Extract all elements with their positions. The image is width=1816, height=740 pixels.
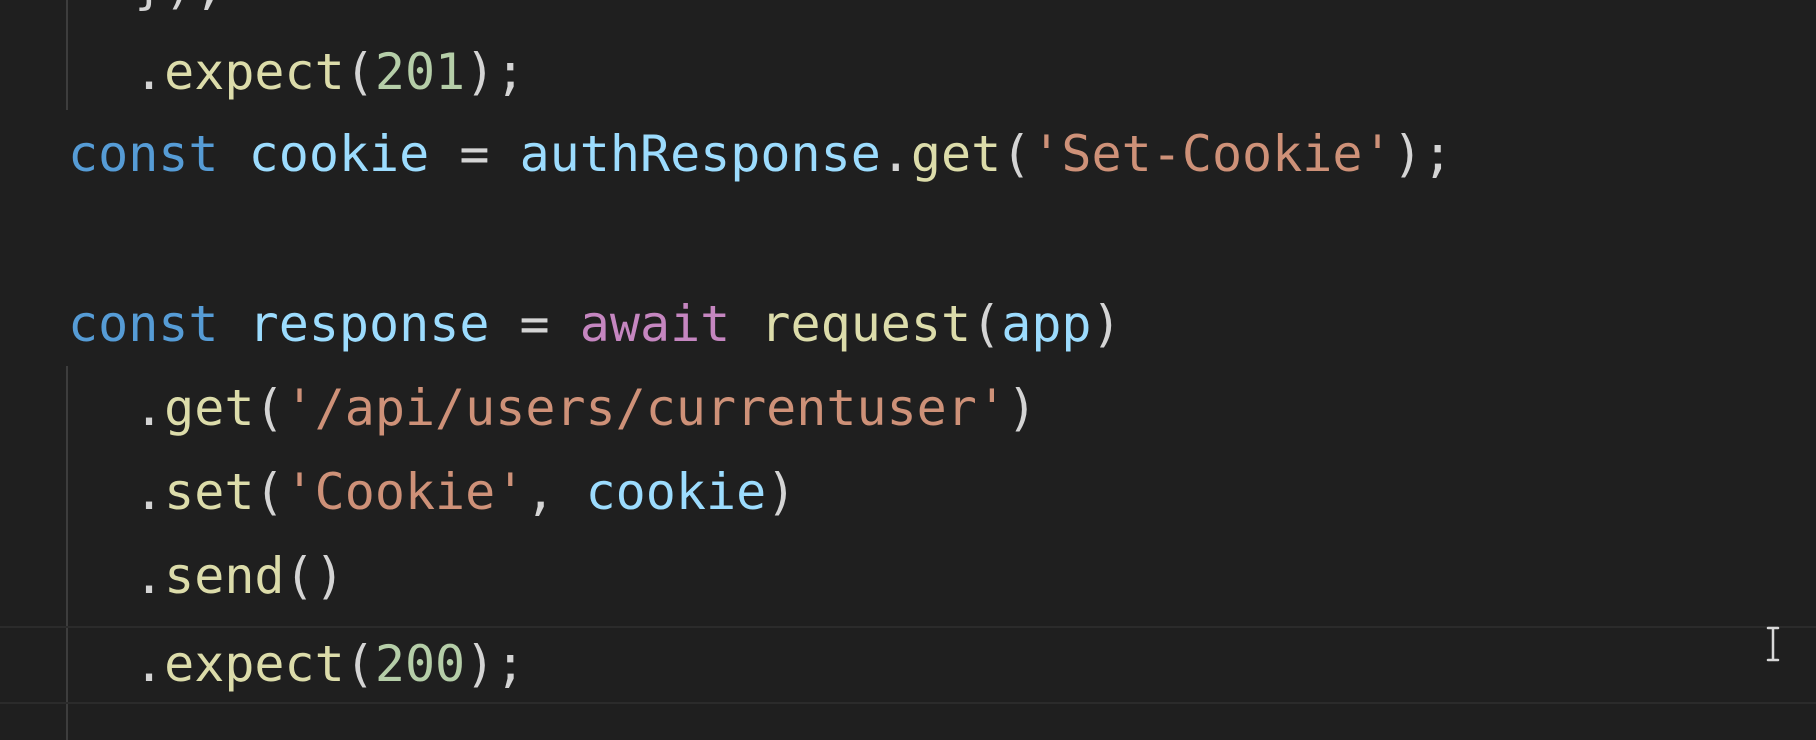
code-token-fn: expect — [164, 635, 345, 693]
code-token-punct: ( — [254, 463, 285, 521]
code-token-punct: ( — [1001, 125, 1032, 183]
code-token-fn: expect — [164, 43, 345, 101]
code-line[interactable]: .set('Cookie', cookie) — [134, 450, 796, 534]
code-token-fn: get — [164, 379, 255, 437]
code-token-punct: ( — [344, 635, 375, 693]
code-token-num: 201 — [374, 43, 466, 101]
code-line[interactable]: const response = await request(app) — [68, 282, 1122, 366]
code-token-keyword: const — [68, 295, 219, 353]
code-line[interactable]: .expect(201); — [134, 30, 525, 114]
code-token-fn: get — [910, 125, 1002, 183]
code-token-punct — [219, 125, 249, 183]
code-token-var: cookie — [585, 463, 767, 521]
code-token-fn: set — [164, 463, 255, 521]
code-token-punct: ); — [465, 635, 526, 693]
code-token-punct: . — [134, 547, 165, 605]
code-token-punct: . — [134, 43, 165, 101]
code-token-punct: . — [134, 463, 165, 521]
code-token-var: response — [248, 295, 490, 353]
code-line[interactable]: const cookie = authResponse.get('Set-Coo… — [68, 112, 1453, 196]
code-token-punct: = — [429, 125, 520, 183]
code-line[interactable]: .send() — [134, 534, 345, 618]
code-token-str: 'Cookie' — [284, 463, 526, 521]
i-beam-cursor-icon — [1766, 626, 1780, 662]
code-token-punct — [730, 295, 760, 353]
code-token-punct: ); — [1392, 125, 1453, 183]
code-token-var: cookie — [248, 125, 430, 183]
code-token-punct: . — [134, 379, 165, 437]
code-token-fn: request — [760, 295, 972, 353]
code-token-punct: ( — [971, 295, 1002, 353]
code-token-punct: . — [134, 635, 165, 693]
code-line[interactable]: .expect(200); — [134, 622, 525, 706]
code-token-fn: send — [164, 547, 285, 605]
code-token-punct: ) — [1007, 379, 1038, 437]
code-token-keyword: const — [68, 125, 219, 183]
code-token-str: '/api/users/currentuser' — [284, 379, 1007, 437]
code-token-await: await — [579, 295, 731, 353]
code-token-punct: ) — [1091, 295, 1122, 353]
code-token-punct: , — [525, 463, 586, 521]
code-editor[interactable]: }); .expect(201); const cookie = authRes… — [0, 0, 1816, 740]
code-token-punct: = — [489, 295, 580, 353]
code-token-punct: . — [880, 125, 911, 183]
code-token-var: authResponse — [519, 125, 881, 183]
code-token-punct: () — [284, 547, 345, 605]
code-line[interactable]: .get('/api/users/currentuser') — [134, 366, 1037, 450]
code-token-punct — [219, 295, 249, 353]
code-token-punct: ( — [254, 379, 285, 437]
code-token-punct: ); — [465, 43, 526, 101]
code-token-str: 'Set-Cookie' — [1031, 125, 1393, 183]
code-token-punct: ( — [344, 43, 375, 101]
code-line-fragment: }); — [134, 0, 224, 28]
code-token-punct: ) — [766, 463, 797, 521]
code-token-var: app — [1001, 295, 1092, 353]
code-token-num: 200 — [374, 635, 466, 693]
indent-guide — [66, 0, 68, 110]
